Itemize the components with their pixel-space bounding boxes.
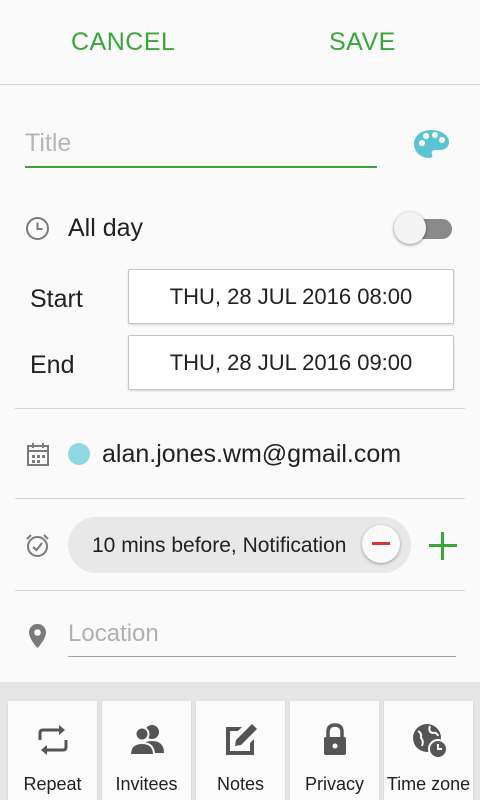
invitees-button[interactable]: Invitees bbox=[102, 701, 191, 800]
calendar-color-dot bbox=[68, 443, 90, 465]
privacy-label: Privacy bbox=[304, 774, 364, 794]
toggle-knob bbox=[394, 212, 426, 244]
timezone-label: Time zone bbox=[386, 774, 471, 794]
calendar-account[interactable]: alan.jones.wm@gmail.com bbox=[102, 440, 401, 469]
remove-reminder-button[interactable] bbox=[362, 525, 400, 563]
repeat-icon bbox=[38, 725, 68, 755]
divider bbox=[15, 408, 465, 409]
start-datetime-field[interactable]: THU, 28 JUL 2016 08:00 bbox=[128, 269, 454, 324]
start-label: Start bbox=[30, 285, 83, 313]
reminder-chip[interactable]: 10 mins before, Notification bbox=[68, 517, 411, 573]
action-bar: CANCEL SAVE bbox=[0, 0, 480, 85]
repeat-label: Repeat bbox=[23, 774, 82, 794]
timezone-button[interactable]: Time zone bbox=[384, 701, 473, 800]
location-icon bbox=[29, 624, 46, 648]
divider bbox=[15, 590, 465, 591]
palette-icon[interactable] bbox=[413, 128, 450, 160]
invitees-icon bbox=[128, 725, 164, 756]
end-label: End bbox=[30, 351, 75, 379]
add-reminder-button[interactable] bbox=[429, 532, 457, 560]
calendar-icon bbox=[27, 443, 49, 466]
end-datetime-field[interactable]: THU, 28 JUL 2016 09:00 bbox=[128, 335, 454, 390]
divider bbox=[15, 498, 465, 499]
invitees-label: Invitees bbox=[115, 774, 178, 794]
options-toolbar: Repeat Invitees Notes Privacy Time zone bbox=[0, 682, 480, 800]
cancel-button[interactable]: CANCEL bbox=[71, 28, 175, 57]
all-day-toggle[interactable] bbox=[394, 212, 454, 246]
notes-button[interactable]: Notes bbox=[196, 701, 285, 800]
location-input[interactable] bbox=[68, 612, 456, 657]
clock-icon bbox=[26, 217, 49, 240]
all-day-label: All day bbox=[68, 214, 144, 242]
privacy-button[interactable]: Privacy bbox=[290, 701, 379, 800]
reminder-text: 10 mins before, Notification bbox=[92, 534, 347, 557]
save-button[interactable]: SAVE bbox=[329, 28, 396, 57]
alarm-icon bbox=[26, 534, 49, 557]
notes-label: Notes bbox=[216, 774, 265, 794]
title-input[interactable] bbox=[25, 120, 377, 168]
globe-clock-icon bbox=[413, 724, 448, 759]
notes-icon bbox=[226, 724, 257, 755]
lock-icon bbox=[324, 723, 346, 755]
repeat-button[interactable]: Repeat bbox=[8, 701, 97, 800]
